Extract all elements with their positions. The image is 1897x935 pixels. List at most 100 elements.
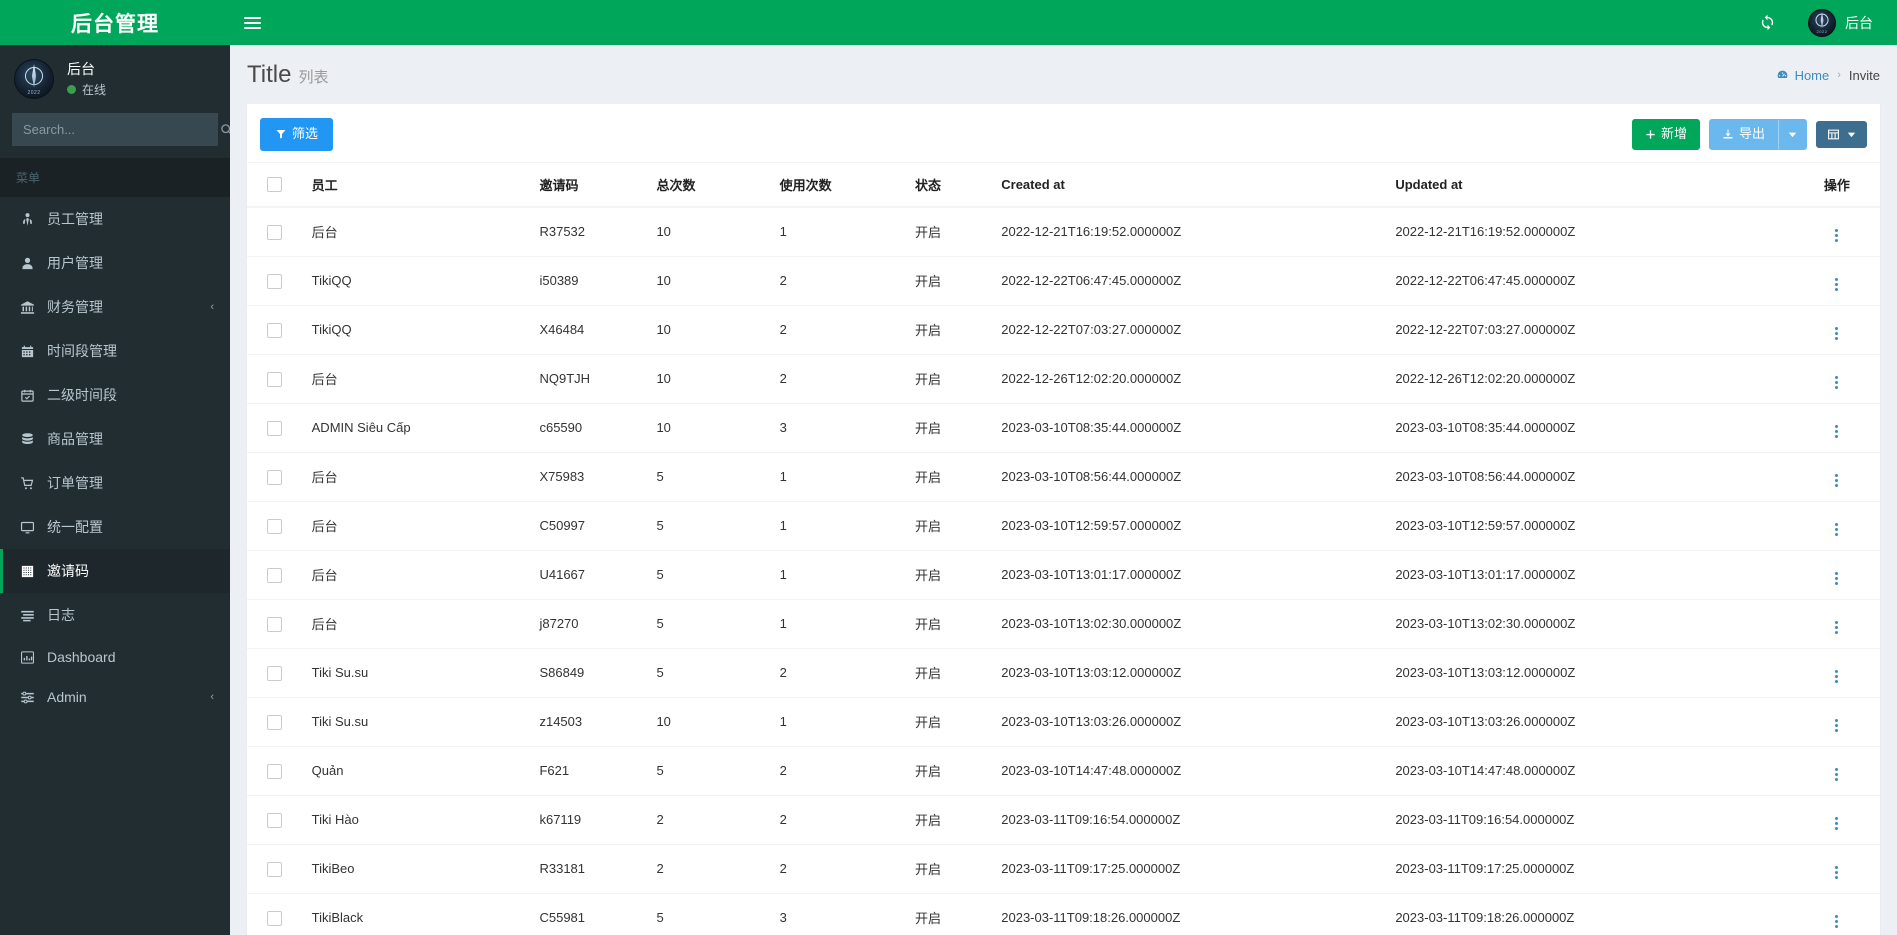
sidebar-toggle-button[interactable] xyxy=(230,0,274,45)
header-used-count[interactable]: 使用次数 xyxy=(771,162,908,208)
search-box xyxy=(12,113,230,146)
row-checkbox[interactable] xyxy=(267,469,282,485)
sidebar-item-11[interactable]: Dashboard xyxy=(0,637,230,677)
cell-status: 开启 xyxy=(907,255,994,306)
header-status[interactable]: 状态 xyxy=(907,162,994,208)
calendar-check-icon xyxy=(18,388,36,403)
select-all-checkbox[interactable] xyxy=(267,177,282,193)
row-checkbox[interactable] xyxy=(267,616,282,632)
header-updated-at[interactable]: Updated at xyxy=(1387,162,1794,208)
kebab-vertical-icon[interactable] xyxy=(1825,717,1848,734)
row-checkbox[interactable] xyxy=(267,567,282,583)
sidebar-item-4[interactable]: 时间段管理 xyxy=(0,329,230,373)
sidebar-item-3[interactable]: 财务管理 ‹ xyxy=(0,285,230,329)
sidebar-user-panel[interactable]: 2022 后台 在线 xyxy=(0,45,230,113)
sidebar-item-7[interactable]: 订单管理 xyxy=(0,461,230,505)
kebab-vertical-icon[interactable] xyxy=(1825,668,1848,685)
kebab-vertical-icon[interactable] xyxy=(1825,815,1848,832)
header-invite-code[interactable]: 邀请码 xyxy=(531,162,649,208)
cell-total-count: 2 xyxy=(648,843,772,894)
kebab-vertical-icon[interactable] xyxy=(1825,374,1848,391)
kebab-vertical-icon[interactable] xyxy=(1825,766,1848,783)
breadcrumb-current: Invite xyxy=(1848,67,1880,83)
add-button[interactable]: 新增 xyxy=(1631,119,1700,150)
kebab-vertical-icon[interactable] xyxy=(1825,619,1848,636)
app-logo[interactable]: 后台管理 xyxy=(0,0,230,45)
kebab-vertical-icon[interactable] xyxy=(1825,325,1848,342)
row-select-cell xyxy=(247,843,304,894)
kebab-vertical-icon[interactable] xyxy=(1825,276,1848,293)
sidebar-item-1[interactable]: 员工管理 xyxy=(0,197,230,241)
cell-created-at: 2023-03-10T13:03:12.000000Z xyxy=(993,647,1388,698)
export-dropdown-toggle[interactable] xyxy=(1778,119,1807,150)
cell-invite-code: i50389 xyxy=(531,255,649,306)
table-scroll-container[interactable]: 员工 邀请码 总次数 使用次数 状态 Created at Updated at… xyxy=(247,162,1880,935)
row-checkbox[interactable] xyxy=(267,910,282,926)
kebab-vertical-icon[interactable] xyxy=(1825,521,1848,538)
row-checkbox[interactable] xyxy=(267,273,282,289)
kebab-vertical-icon[interactable] xyxy=(1825,864,1848,881)
cell-actions xyxy=(1793,745,1880,796)
table-row: Tiki Hào k67119 2 2 开启 2023-03-11T09:16:54.00… xyxy=(247,794,1880,845)
cell-invite-code: C50997 xyxy=(531,500,649,551)
filter-button[interactable]: 筛选 xyxy=(260,118,334,151)
sidebar-item-2[interactable]: 用户管理 xyxy=(0,241,230,285)
sidebar-item-8[interactable]: 统一配置 xyxy=(0,505,230,549)
table-row: 后台 X75983 5 1 开启 2023-03-10T08:56:44.000000Z 2… xyxy=(247,451,1880,502)
search-input[interactable] xyxy=(13,114,209,145)
cell-total-count: 5 xyxy=(648,500,772,551)
sidebar-item-9[interactable]: 邀请码 xyxy=(0,549,230,593)
column-settings-button[interactable] xyxy=(1816,120,1867,148)
cell-invite-code: R33181 xyxy=(531,843,649,894)
sidebar-item-label: 订单管理 xyxy=(47,475,103,491)
export-button[interactable]: 导出 xyxy=(1708,119,1778,150)
header-staff[interactable]: 员工 xyxy=(303,162,532,208)
cell-actions xyxy=(1793,696,1880,747)
table-row: 后台 NQ9TJH 10 2 开启 2022-12-26T12:02:20.000000Z… xyxy=(247,353,1880,404)
sidebar-item-12[interactable]: Admin ‹ xyxy=(0,677,230,717)
row-checkbox[interactable] xyxy=(267,371,282,387)
kebab-vertical-icon[interactable] xyxy=(1825,913,1848,930)
cell-created-at: 2023-03-10T14:47:48.000000Z xyxy=(993,745,1388,796)
cell-staff: TikiQQ xyxy=(303,255,532,306)
row-select-cell xyxy=(247,353,304,404)
kebab-vertical-icon[interactable] xyxy=(1825,423,1848,440)
cell-status: 开启 xyxy=(907,549,994,600)
page-title-text: Title xyxy=(247,61,292,88)
row-checkbox[interactable] xyxy=(267,763,282,779)
cell-status: 开启 xyxy=(907,304,994,355)
top-bar: 后台管理 2022 后台 xyxy=(0,0,1897,45)
row-checkbox[interactable] xyxy=(267,714,282,730)
sidebar-item-10[interactable]: 日志 xyxy=(0,593,230,637)
kebab-vertical-icon[interactable] xyxy=(1825,227,1848,244)
refresh-button[interactable] xyxy=(1745,0,1790,45)
header-created-at[interactable]: Created at xyxy=(993,162,1388,208)
cell-staff: 后台 xyxy=(303,206,532,257)
search-submit-button[interactable] xyxy=(209,114,230,145)
row-checkbox[interactable] xyxy=(267,812,282,828)
cell-updated-at: 2023-03-11T09:16:54.000000Z xyxy=(1387,794,1794,845)
sidebar-item-5[interactable]: 二级时间段 xyxy=(0,373,230,417)
sidebar-item-6[interactable]: 商品管理 xyxy=(0,417,230,461)
row-checkbox[interactable] xyxy=(267,665,282,681)
sidebar-item-label: 日志 xyxy=(47,607,75,623)
cell-staff: Tiki Su.su xyxy=(303,696,532,747)
kebab-vertical-icon[interactable] xyxy=(1825,472,1848,489)
row-checkbox[interactable] xyxy=(267,861,282,877)
user-menu-button[interactable]: 2022 后台 xyxy=(1794,0,1887,45)
cell-total-count: 5 xyxy=(648,745,772,796)
cell-updated-at: 2022-12-22T06:47:45.000000Z xyxy=(1387,255,1794,306)
cell-updated-at: 2022-12-26T12:02:20.000000Z xyxy=(1387,353,1794,404)
cell-staff: 后台 xyxy=(303,353,532,404)
kebab-vertical-icon[interactable] xyxy=(1825,570,1848,587)
cell-updated-at: 2023-03-10T12:59:57.000000Z xyxy=(1387,500,1794,551)
header-total-count[interactable]: 总次数 xyxy=(648,162,772,208)
row-checkbox[interactable] xyxy=(267,322,282,338)
breadcrumb-home-link[interactable]: Home xyxy=(1776,68,1829,83)
cell-used-count: 2 xyxy=(771,843,908,894)
row-checkbox[interactable] xyxy=(267,224,282,240)
table-row: Tiki Su.su z14503 10 1 开启 2023-03-10T13:03:26… xyxy=(247,696,1880,747)
row-checkbox[interactable] xyxy=(267,518,282,534)
cell-total-count: 10 xyxy=(648,206,772,257)
row-checkbox[interactable] xyxy=(267,420,282,436)
